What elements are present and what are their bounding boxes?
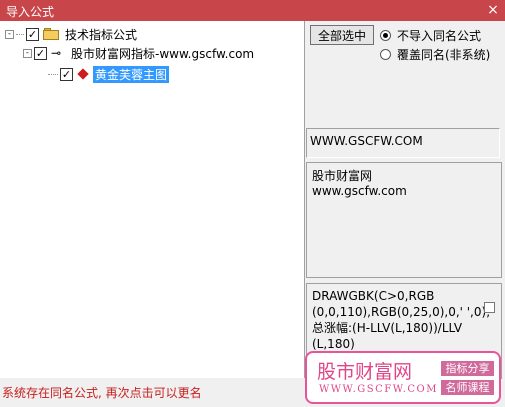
- checkbox-leaf[interactable]: ✓: [60, 67, 73, 81]
- radio-button-selected[interactable]: [380, 30, 391, 41]
- collapse-icon[interactable]: -: [23, 48, 32, 58]
- code-line: 总涨幅:(H-LLV(L,180))/LLV: [312, 321, 463, 335]
- radio-label: 不导入同名公式: [397, 29, 482, 43]
- watermark-tag: 指标分享: [441, 361, 494, 376]
- checkbox-child[interactable]: ✓: [34, 46, 47, 60]
- tree-node-child[interactable]: - ✓ ⊸ 股市财富网指标-www.gscfw.com: [23, 45, 254, 61]
- close-icon[interactable]: ×: [485, 2, 501, 18]
- radio-overwrite[interactable]: 覆盖同名(非系统): [380, 46, 490, 63]
- radio-skip-duplicates[interactable]: 不导入同名公式: [380, 27, 481, 44]
- tree-node-leaf[interactable]: ✓ 黄金芙蓉主图: [48, 65, 170, 83]
- key-icon: ⊸: [51, 46, 62, 60]
- radio-button[interactable]: [380, 49, 391, 60]
- watermark-tag: 名师课程: [441, 380, 494, 395]
- code-line: (L,180): [312, 337, 355, 351]
- watermark-url: WWW.GSCFW.COM: [319, 384, 438, 395]
- import-formula-dialog: 导入公式 × - ✓ 技术指标公式 - ✓ ⊸ 股市财富网指标-www.gscf…: [0, 0, 505, 407]
- url-text: WWW.GSCFW.COM: [310, 134, 423, 148]
- site-watermark: 股市财富网 WWW.GSCFW.COM 指标分享 名师课程: [305, 351, 501, 404]
- title-bar: 导入公式 ×: [0, 0, 505, 21]
- window-title: 导入公式: [6, 5, 55, 19]
- select-all-button[interactable]: 全部选中: [310, 25, 374, 45]
- tree-label-child: 股市财富网指标-www.gscfw.com: [71, 46, 255, 61]
- code-line: DRAWGBK(C>0,RGB: [312, 289, 435, 303]
- radio-label: 覆盖同名(非系统): [397, 48, 491, 62]
- status-message: 系统存在同名公式, 再次点击可以更名: [2, 386, 202, 400]
- tree-connector: [16, 33, 24, 35]
- folder-icon: [43, 28, 59, 40]
- code-line: (0,0,110),RGB(0,25,0),0,' ',0);: [312, 305, 491, 319]
- checkbox-root[interactable]: ✓: [26, 27, 39, 41]
- description-line: www.gscfw.com: [312, 184, 407, 198]
- description-box: 股市财富网 www.gscfw.com: [306, 162, 502, 278]
- formula-diamond-icon: [77, 68, 89, 80]
- watermark-title: 股市财富网: [317, 361, 413, 383]
- tree-connector: [48, 73, 58, 75]
- tree-node-root[interactable]: - ✓ 技术指标公式: [5, 26, 137, 42]
- collapse-icon[interactable]: -: [5, 29, 14, 39]
- option-checkbox[interactable]: [484, 302, 495, 313]
- formula-tree[interactable]: - ✓ 技术指标公式 - ✓ ⊸ 股市财富网指标-www.gscfw.com ✓…: [0, 21, 305, 378]
- tree-label-leaf[interactable]: 黄金芙蓉主图: [93, 65, 170, 83]
- url-field: WWW.GSCFW.COM: [306, 128, 500, 158]
- tree-label-root: 技术指标公式: [65, 27, 138, 42]
- description-line: 股市财富网: [312, 169, 373, 183]
